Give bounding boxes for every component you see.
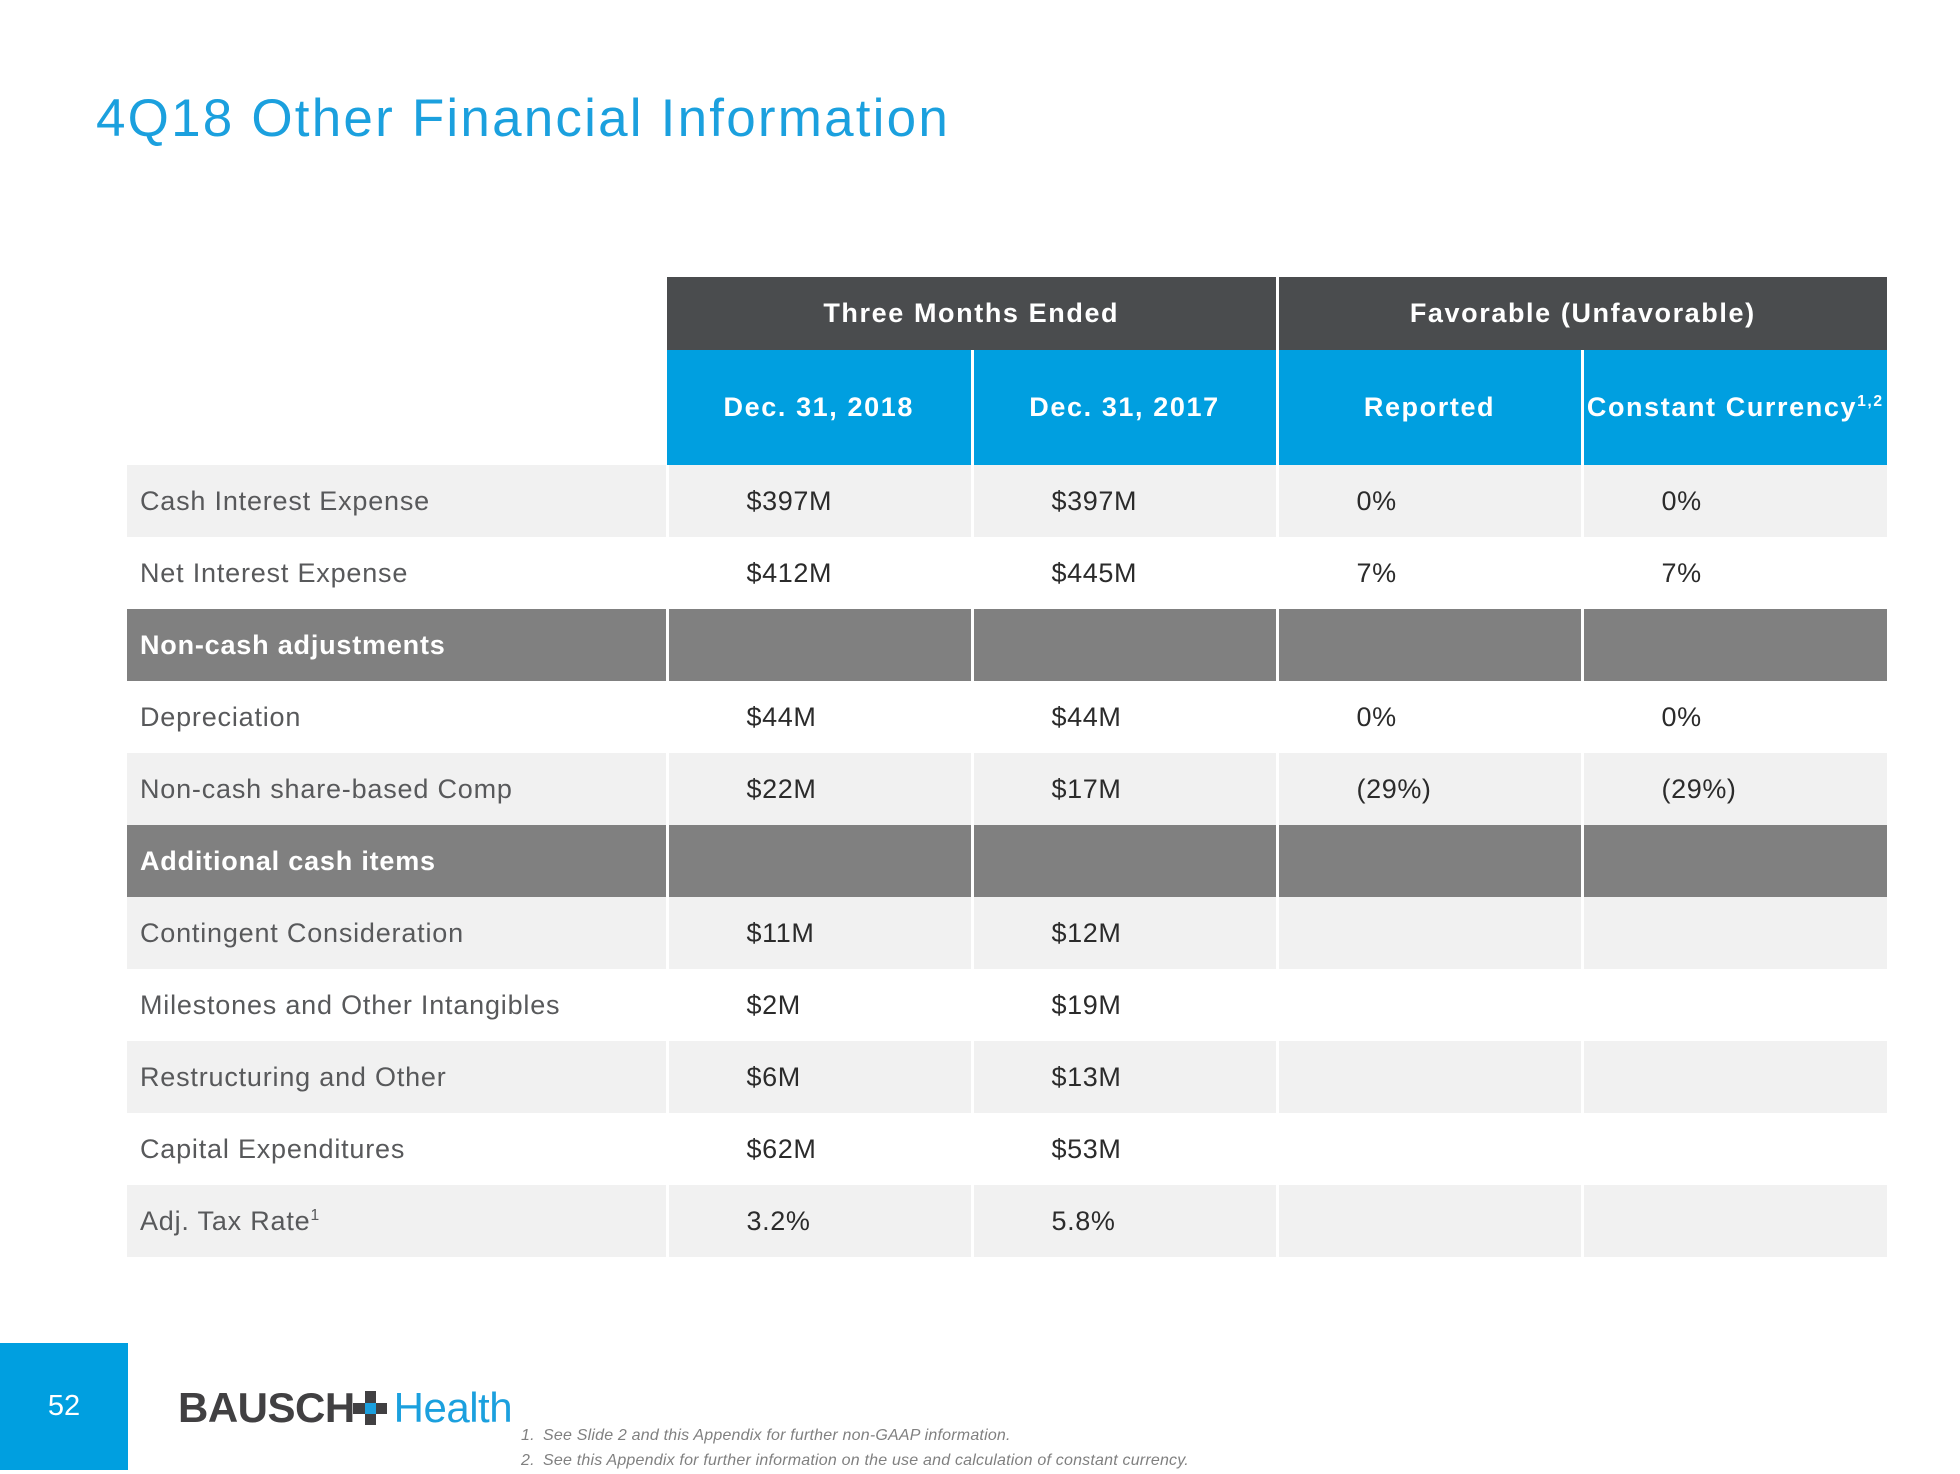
column-header-constant-currency-label: Constant Currency — [1586, 391, 1858, 422]
cell-constant-currency — [1582, 1185, 1888, 1257]
footnote-text: See this Appendix for further informatio… — [543, 1451, 1189, 1469]
page-title: 4Q18 Other Financial Information — [96, 89, 951, 148]
cell-2017: $17M — [972, 753, 1279, 825]
cell-2018: $412M — [667, 537, 974, 609]
row-label: Cash Interest Expense — [127, 465, 669, 537]
column-header-constant-currency-superscript: 1,2 — [1857, 392, 1884, 410]
logo-wordmark-health: Health — [393, 1384, 513, 1431]
cell-2018: $6M — [667, 1041, 974, 1113]
cell-2018: $397M — [667, 465, 974, 537]
footnote-number: 1. — [521, 1427, 535, 1444]
cell-constant-currency: 0% — [1582, 681, 1888, 753]
cell-2017 — [972, 825, 1279, 897]
row-label: Additional cash items — [127, 825, 669, 897]
cell-2017 — [972, 609, 1279, 681]
cell-2017: $445M — [972, 537, 1279, 609]
row-label: Milestones and Other Intangibles — [127, 969, 669, 1041]
table-row: Non-cash share-based Comp $22M $17M (29%) (2… — [127, 753, 1888, 825]
row-label: Adj. Tax Rate1 — [127, 1185, 669, 1257]
cell-2018 — [667, 609, 974, 681]
cell-2018: $11M — [667, 897, 974, 969]
cell-2017: $12M — [972, 897, 1279, 969]
cell-reported: 0% — [1277, 465, 1584, 537]
financial-table: Three Months Ended Favorable (Unfavorabl… — [127, 277, 1888, 1257]
plus-cross-center-icon — [364, 1403, 376, 1414]
table-column-header-row: Dec. 31, 2018 Dec. 31, 2017 Reported Con… — [127, 350, 1888, 465]
cell-2017: $397M — [972, 465, 1279, 537]
row-label: Depreciation — [127, 681, 669, 753]
footnote-text: See Slide 2 and this Appendix for furthe… — [543, 1427, 1011, 1444]
plus-cross-icon — [352, 1391, 387, 1425]
group-header-three-months-ended: Three Months Ended — [667, 277, 1277, 350]
table-section-row: Additional cash items — [127, 825, 1888, 897]
column-header-dec-31-2018: Dec. 31, 2018 — [667, 350, 972, 465]
cell-2018: $22M — [667, 753, 974, 825]
cell-2018: $62M — [667, 1113, 974, 1185]
column-header-constant-currency: Constant Currency1,2 — [1580, 350, 1888, 465]
cell-2018 — [667, 825, 974, 897]
cell-reported — [1277, 1185, 1584, 1257]
table-row: Restructuring and Other $6M $13M — [127, 1041, 1888, 1113]
cell-2018: 3.2% — [667, 1185, 974, 1257]
cell-reported: 0% — [1277, 681, 1584, 753]
cell-2017: $13M — [972, 1041, 1279, 1113]
row-label: Non-cash share-based Comp — [127, 753, 669, 825]
row-label-superscript: 1 — [310, 1206, 321, 1224]
cell-reported — [1277, 609, 1584, 681]
cell-constant-currency — [1582, 897, 1888, 969]
column-header-reported: Reported — [1275, 350, 1582, 465]
cell-2017: $19M — [972, 969, 1279, 1041]
cell-reported — [1277, 1041, 1584, 1113]
logo-wordmark-bausch: BAUSCH — [178, 1384, 355, 1431]
footnote-item: 1. See Slide 2 and this Appendix for furt… — [521, 1424, 1189, 1449]
cell-constant-currency — [1582, 1113, 1888, 1185]
table-row: Net Interest Expense $412M $445M 7% 7% — [127, 537, 1888, 609]
table-row: Adj. Tax Rate1 3.2% 5.8% — [127, 1185, 1888, 1257]
cell-2017: 5.8% — [972, 1185, 1279, 1257]
row-label: Non-cash adjustments — [127, 609, 669, 681]
group-header-spacer — [127, 277, 667, 350]
table-row: Depreciation $44M $44M 0% 0% — [127, 681, 1888, 753]
cell-reported — [1277, 825, 1584, 897]
column-header-spacer — [127, 350, 667, 465]
table-row: Contingent Consideration $11M $12M — [127, 897, 1888, 969]
bausch-health-logo: BAUSCH Health — [178, 1382, 513, 1434]
cell-2017: $53M — [972, 1113, 1279, 1185]
footnotes: 1. See Slide 2 and this Appendix for furt… — [521, 1424, 1189, 1474]
cell-constant-currency — [1582, 609, 1888, 681]
cell-reported: 7% — [1277, 537, 1584, 609]
row-label: Restructuring and Other — [127, 1041, 669, 1113]
row-label: Capital Expenditures — [127, 1113, 669, 1185]
table-row: Capital Expenditures $62M $53M — [127, 1113, 1888, 1185]
table-header: Three Months Ended Favorable (Unfavorabl… — [127, 277, 1888, 465]
table-group-header-row: Three Months Ended Favorable (Unfavorabl… — [127, 277, 1888, 350]
cell-reported — [1277, 969, 1584, 1041]
cell-2018: $44M — [667, 681, 974, 753]
cell-constant-currency: 7% — [1582, 537, 1888, 609]
row-label: Net Interest Expense — [127, 537, 669, 609]
group-header-favorable-unfavorable: Favorable (Unfavorable) — [1275, 277, 1888, 350]
page-number: 52 — [47, 1390, 81, 1422]
cell-constant-currency — [1582, 969, 1888, 1041]
cell-reported — [1277, 1113, 1584, 1185]
table-row: Milestones and Other Intangibles $2M $19M — [127, 969, 1888, 1041]
cell-constant-currency: (29%) — [1582, 753, 1888, 825]
table-body: Cash Interest Expense $397M $397M 0% 0% Net I… — [127, 465, 1888, 1257]
row-label: Contingent Consideration — [127, 897, 669, 969]
cell-constant-currency: 0% — [1582, 465, 1888, 537]
cell-constant-currency — [1582, 1041, 1888, 1113]
cell-reported — [1277, 897, 1584, 969]
table-row: Cash Interest Expense $397M $397M 0% 0% — [127, 465, 1888, 537]
cell-2017: $44M — [972, 681, 1279, 753]
cell-reported: (29%) — [1277, 753, 1584, 825]
cell-2018: $2M — [667, 969, 974, 1041]
cell-constant-currency — [1582, 825, 1888, 897]
column-header-dec-31-2017: Dec. 31, 2017 — [970, 350, 1277, 465]
table-section-row: Non-cash adjustments — [127, 609, 1888, 681]
